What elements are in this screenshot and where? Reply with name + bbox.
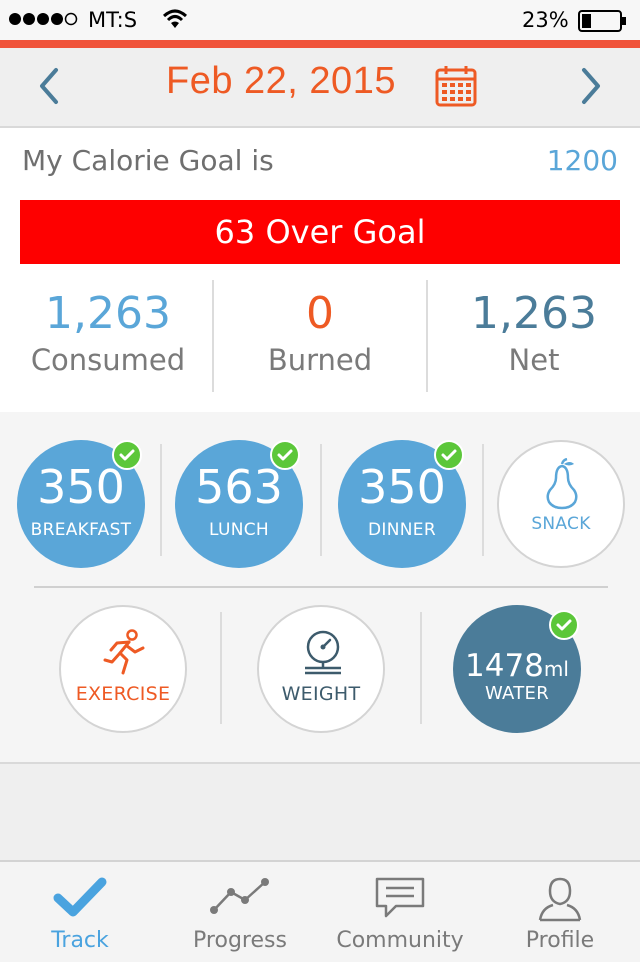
water-label: WATER [484, 683, 550, 704]
dinner-label: DINNER [368, 520, 436, 540]
running-man-icon [103, 629, 145, 675]
check-icon [112, 440, 142, 470]
section-divider [34, 586, 608, 588]
checkmark-icon [53, 877, 107, 917]
snack-button[interactable]: SNACK [497, 440, 625, 568]
consumed-stat: 1,263 Consumed [2, 288, 214, 380]
battery-icon [578, 10, 626, 32]
signal-strength-icon [9, 12, 78, 26]
scale-icon [305, 630, 341, 675]
tab-progress-label: Progress [193, 928, 287, 953]
line-graph-icon [210, 878, 269, 914]
goal-status-banner: 63 Over Goal [20, 200, 620, 264]
consumed-label: Consumed [30, 343, 186, 377]
previous-day-button[interactable] [30, 64, 70, 108]
snack-label: SNACK [531, 514, 591, 534]
lunch-label: LUNCH [209, 520, 269, 540]
calorie-goal-label: My Calorie Goal is [22, 144, 274, 177]
status-bar: MT:S 23% [0, 0, 640, 40]
meal-divider [160, 444, 162, 556]
date-header: Feb 22, 2015 [0, 48, 640, 128]
exercise-button[interactable]: EXERCISE [59, 605, 187, 733]
check-icon [270, 440, 300, 470]
meal-divider [320, 444, 322, 556]
water-unit: ml [543, 657, 569, 681]
current-date[interactable]: Feb 22, 2015 [166, 60, 396, 103]
tab-progress[interactable]: Progress [160, 862, 320, 962]
tab-track[interactable]: Track [0, 862, 160, 962]
tab-track-label: Track [51, 928, 109, 953]
activity-divider [220, 612, 222, 724]
check-icon [434, 440, 464, 470]
breakfast-label: BREAKFAST [30, 520, 132, 540]
wifi-icon [162, 9, 188, 28]
activity-divider [420, 612, 422, 724]
carrier-name: MT:S [88, 8, 138, 32]
pear-icon [546, 458, 578, 510]
next-day-button[interactable] [570, 64, 610, 108]
water-amount: 1478 [465, 648, 544, 684]
consumed-value: 1,263 [45, 288, 171, 339]
chat-bubble-icon [375, 877, 425, 918]
weight-button[interactable]: WEIGHT [257, 605, 385, 733]
net-value: 1,263 [471, 288, 597, 339]
calorie-goal-panel: My Calorie Goal is 1200 63 Over Goal 1,2… [0, 128, 640, 414]
battery-percentage: 23% [522, 8, 569, 32]
calendar-icon[interactable] [435, 65, 477, 107]
tab-profile-label: Profile [525, 928, 595, 953]
burned-value: 0 [306, 288, 334, 339]
weight-label: WEIGHT [281, 683, 361, 705]
tab-community[interactable]: Community [320, 862, 480, 962]
calorie-goal-value[interactable]: 1200 [547, 144, 618, 177]
net-label: Net [508, 343, 560, 377]
meal-divider [482, 444, 484, 556]
accent-bar [0, 40, 640, 48]
person-icon [538, 877, 582, 922]
tab-profile[interactable]: Profile [480, 862, 640, 962]
tab-bar: Track Progress Community Profile [0, 860, 640, 962]
burned-label: Burned [267, 343, 373, 377]
burned-stat: 0 Burned [214, 288, 426, 380]
chevron-left-icon [40, 68, 58, 104]
chevron-right-icon [582, 68, 600, 104]
exercise-label: EXERCISE [75, 683, 171, 705]
tab-community-label: Community [336, 928, 464, 953]
check-icon [549, 610, 579, 640]
net-stat: 1,263 Net [428, 288, 640, 380]
